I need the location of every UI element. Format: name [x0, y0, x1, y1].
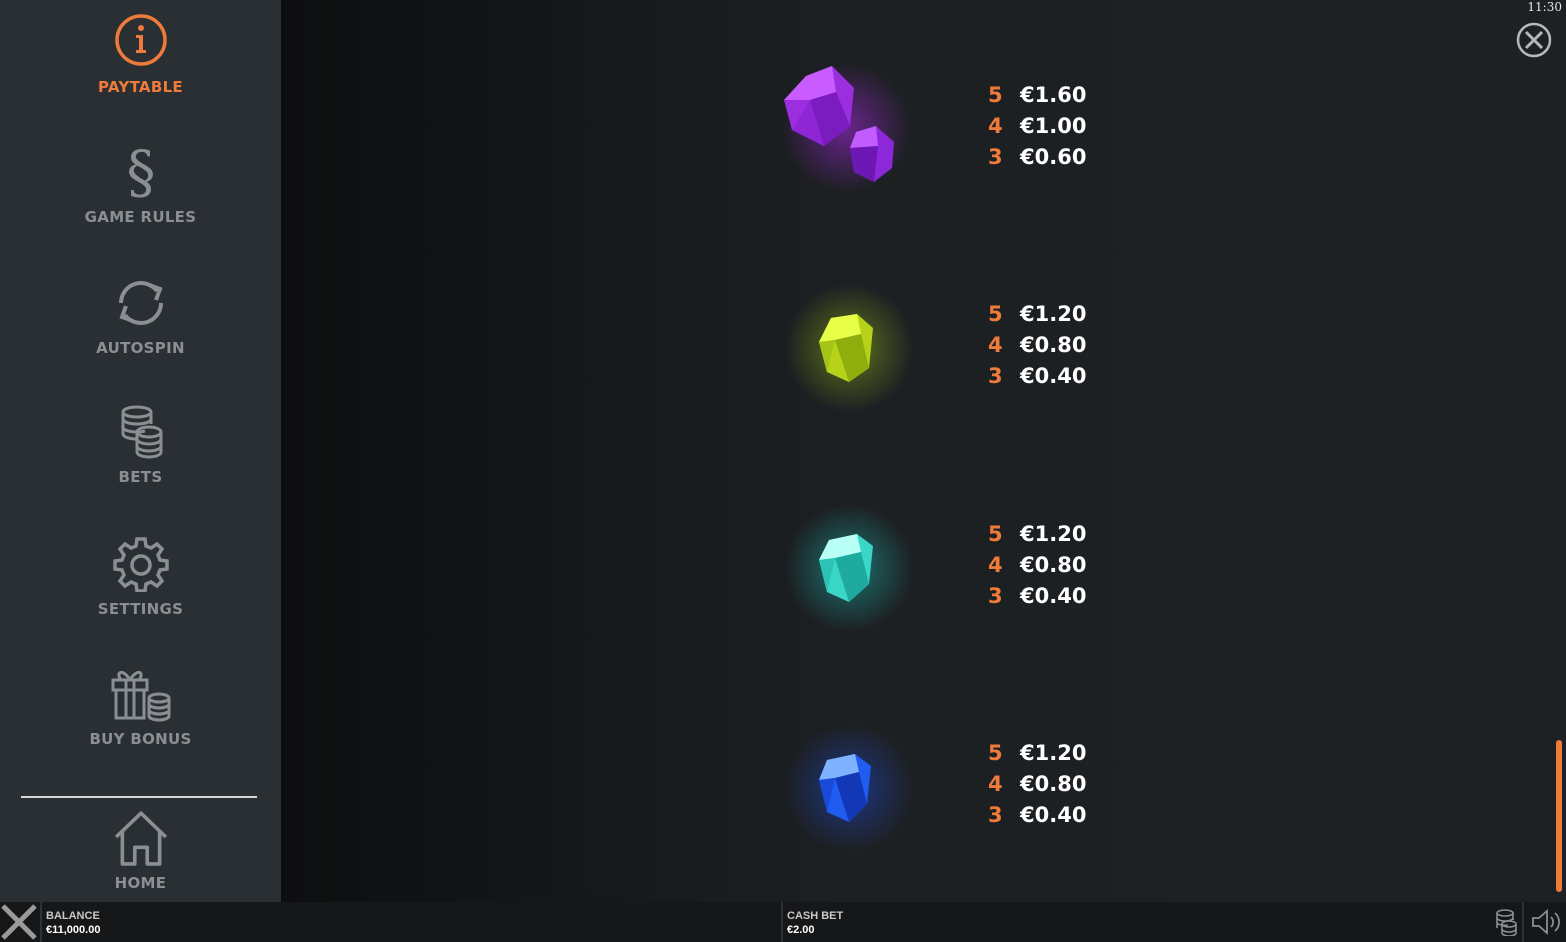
payout-value: €0.80: [1020, 771, 1087, 796]
coins-icon[interactable]: [1494, 908, 1518, 936]
close-icon[interactable]: [0, 902, 38, 942]
scrollbar-thumb[interactable]: [1556, 740, 1562, 892]
payout-count: 4: [988, 771, 1003, 796]
payout-value: €0.40: [1020, 583, 1087, 608]
sidebar-item-paytable[interactable]: PAYTABLE: [0, 14, 281, 124]
payout-list: 5 €1.20 4 €0.80 3 €0.40: [988, 518, 1086, 611]
yellow-green-gem-symbol: [769, 268, 929, 428]
home-icon: [114, 811, 167, 866]
payout-value: €0.60: [1020, 144, 1087, 169]
sidebar-item-autospin[interactable]: AUTOSPIN: [0, 275, 281, 385]
payout-count: 3: [988, 583, 1003, 608]
payout-list: 5 €1.20 4 €0.80 3 €0.40: [988, 298, 1086, 391]
paytable-row: 5 €1.20 4 €0.80 3 €0.40: [281, 268, 1566, 448]
cyan-gem-symbol: [769, 488, 929, 648]
payout-count: 4: [988, 113, 1003, 138]
sidebar-item-label: PAYTABLE: [98, 78, 183, 96]
clock: 11:30: [1527, 0, 1562, 14]
sidebar-item-label: HOME: [114, 874, 167, 892]
payout-value: €1.60: [1020, 82, 1087, 107]
payout-count: 4: [988, 552, 1003, 577]
cash-bet-value: €2.00: [787, 924, 815, 936]
payout-value: €1.20: [1020, 521, 1087, 546]
close-button[interactable]: [1516, 22, 1552, 58]
payout-count: 5: [988, 301, 1003, 326]
balance-value: €11,000.00: [46, 924, 101, 936]
sidebar-menu: PAYTABLE § GAME RULES AUTOSPIN BETS SETT…: [0, 0, 281, 902]
paytable-panel: 5 €1.60 4 €1.00 3 €0.60 5 €1.20 4 €0.80 3 €0.4…: [281, 0, 1566, 902]
payout-value: €0.80: [1020, 332, 1087, 357]
gear-icon: [112, 537, 169, 592]
sidebar-item-label: SETTINGS: [97, 600, 184, 618]
svg-text:§: §: [126, 144, 155, 200]
payout-count: 5: [988, 521, 1003, 546]
sidebar-item-label: AUTOSPIN: [96, 339, 185, 357]
payout-value: €1.20: [1020, 301, 1087, 326]
purple-gems-symbol: [766, 48, 926, 208]
sidebar-item-label: GAME RULES: [84, 208, 197, 226]
balance-label: BALANCE: [46, 910, 100, 922]
payout-count: 3: [988, 802, 1003, 827]
gift-coins-icon: [111, 671, 170, 722]
payout-count: 5: [988, 740, 1003, 765]
section-sign-icon: §: [126, 144, 155, 200]
payout-list: 5 €1.20 4 €0.80 3 €0.40: [988, 737, 1086, 830]
coins-stack-icon: [120, 405, 162, 459]
blue-gem-symbol: [769, 708, 929, 868]
sidebar-item-bets[interactable]: BETS: [0, 404, 281, 514]
sidebar-item-buy-bonus[interactable]: BUY BONUS: [0, 666, 281, 776]
payout-list: 5 €1.60 4 €1.00 3 €0.60: [988, 79, 1086, 172]
payout-value: €0.40: [1020, 363, 1087, 388]
payout-value: €1.00: [1020, 113, 1087, 138]
payout-count: 3: [988, 363, 1003, 388]
payout-value: €0.80: [1020, 552, 1087, 577]
sidebar-item-label: BETS: [118, 468, 163, 486]
info-icon: [114, 14, 167, 66]
sidebar-item-game-rules[interactable]: § GAME RULES: [0, 144, 281, 254]
payout-value: €0.40: [1020, 802, 1087, 827]
payout-value: €1.20: [1020, 740, 1087, 765]
cash-bet-label: CASH BET: [787, 910, 844, 922]
payout-count: 4: [988, 332, 1003, 357]
paytable-row: 5 €1.60 4 €1.00 3 €0.60: [281, 50, 1566, 230]
payout-count: 3: [988, 144, 1003, 169]
sidebar-item-label: BUY BONUS: [89, 730, 192, 748]
paytable-row: 5 €1.20 4 €0.80 3 €0.40: [281, 708, 1566, 888]
autospin-icon: [118, 281, 163, 325]
bottom-bar: BALANCE €11,000.00 CASH BET €2.00: [0, 902, 1566, 942]
payout-count: 5: [988, 82, 1003, 107]
paytable-row: 5 €1.20 4 €0.80 3 €0.40: [281, 488, 1566, 668]
sidebar-divider: [21, 796, 257, 798]
sidebar-item-settings[interactable]: SETTINGS: [0, 536, 281, 646]
sound-icon[interactable]: [1530, 908, 1564, 936]
